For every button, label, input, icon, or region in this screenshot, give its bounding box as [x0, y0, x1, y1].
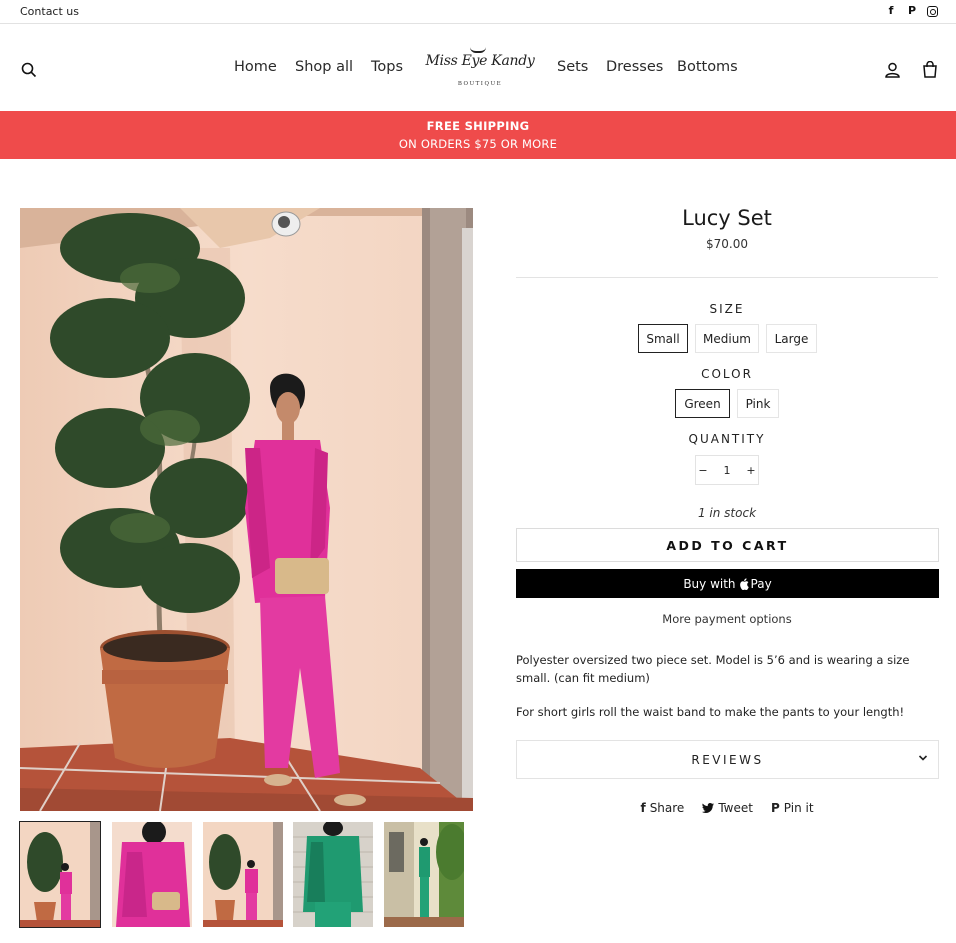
- cart-icon[interactable]: [922, 61, 938, 78]
- apple-pay-button[interactable]: Buy with Pay: [516, 569, 939, 598]
- logo-subtext: BOUTIQUE: [457, 81, 503, 87]
- instagram-icon[interactable]: [927, 5, 938, 17]
- color-option-pink[interactable]: Pink: [737, 389, 779, 418]
- apple-icon: [739, 577, 749, 590]
- product-title: Lucy Set: [682, 206, 772, 230]
- nav-bottoms[interactable]: Bottoms: [677, 59, 738, 75]
- product-price: $70.00: [706, 237, 748, 251]
- divider: [516, 277, 938, 278]
- color-option-green[interactable]: Green: [675, 389, 730, 418]
- thumbnail-image: [293, 822, 373, 927]
- product-description: Polyester oversized two piece set. Model…: [516, 653, 910, 685]
- pinterest-icon[interactable]: P: [906, 4, 918, 18]
- color-label: COLOR: [701, 367, 753, 381]
- social-links: f P: [885, 4, 938, 18]
- thumbnail-image: [384, 822, 464, 927]
- logo-text: Miss Eye Kandy: [425, 53, 535, 69]
- share-label: Tweet: [718, 801, 753, 815]
- stock-status: 1 in stock: [697, 506, 757, 520]
- twitter-icon: [702, 802, 715, 813]
- nav-tops[interactable]: Tops: [371, 59, 403, 75]
- thumbnail-5[interactable]: [384, 822, 464, 927]
- quantity-input[interactable]: 1: [710, 456, 744, 484]
- search-icon[interactable]: [21, 62, 37, 78]
- quantity-decrease-button[interactable]: −: [696, 456, 710, 484]
- share-label: Pin it: [783, 801, 814, 815]
- product-main-image[interactable]: [20, 208, 473, 811]
- thumbnail-2[interactable]: [112, 822, 192, 927]
- utility-bar: Contact us f P: [0, 0, 956, 24]
- reviews-label: REVIEWS: [691, 752, 764, 767]
- size-label: SIZE: [709, 302, 745, 316]
- site-header: Home Shop all Tops Miss Eye Kandy BOUTIQ…: [0, 25, 956, 111]
- thumbnail-image: [203, 822, 283, 927]
- free-shipping-banner: FREE SHIPPING ON ORDERS $75 OR MORE: [0, 111, 956, 159]
- buy-with-label: Buy with: [683, 576, 736, 591]
- pinterest-icon: P: [770, 801, 780, 815]
- quantity-stepper: − 1 +: [695, 455, 759, 485]
- share-twitter-button[interactable]: Tweet: [702, 801, 753, 815]
- thumbnail-image: [112, 822, 192, 927]
- chevron-down-icon: [918, 755, 928, 761]
- nav-shop-all[interactable]: Shop all: [295, 59, 353, 75]
- share-facebook-button[interactable]: f Share: [640, 801, 684, 815]
- size-option-small[interactable]: Small: [638, 324, 688, 353]
- more-payment-options-link[interactable]: More payment options: [516, 612, 938, 626]
- account-icon[interactable]: [885, 62, 900, 78]
- social-share: f Share Tweet P Pin it: [516, 801, 938, 815]
- nav-home[interactable]: Home: [234, 59, 277, 75]
- promo-title: FREE SHIPPING: [426, 119, 530, 133]
- add-to-cart-button[interactable]: ADD TO CART: [516, 528, 939, 562]
- quantity-increase-button[interactable]: +: [744, 456, 758, 484]
- quantity-label: QUANTITY: [688, 432, 766, 446]
- share-pinterest-button[interactable]: P Pin it: [771, 801, 814, 815]
- nav-sets[interactable]: Sets: [557, 59, 588, 75]
- share-label: Share: [649, 801, 685, 815]
- facebook-icon[interactable]: f: [885, 4, 897, 18]
- product-description-note: For short girls roll the waist band to m…: [516, 705, 905, 719]
- promo-subtitle: ON ORDERS $75 OR MORE: [398, 137, 558, 151]
- thumbnail-1[interactable]: [19, 821, 101, 928]
- pay-label: Pay: [750, 576, 772, 591]
- reviews-accordion[interactable]: REVIEWS: [516, 740, 939, 779]
- contact-us-link[interactable]: Contact us: [20, 5, 79, 18]
- store-logo[interactable]: Miss Eye Kandy BOUTIQUE: [421, 45, 539, 93]
- thumbnail-image: [20, 822, 100, 927]
- thumbnail-4[interactable]: [293, 822, 373, 927]
- thumbnail-3[interactable]: [203, 822, 283, 927]
- product-photo: [20, 208, 473, 811]
- facebook-icon: f: [640, 801, 646, 815]
- nav-dresses[interactable]: Dresses: [606, 59, 663, 75]
- size-option-large[interactable]: Large: [766, 324, 817, 353]
- size-option-medium[interactable]: Medium: [695, 324, 759, 353]
